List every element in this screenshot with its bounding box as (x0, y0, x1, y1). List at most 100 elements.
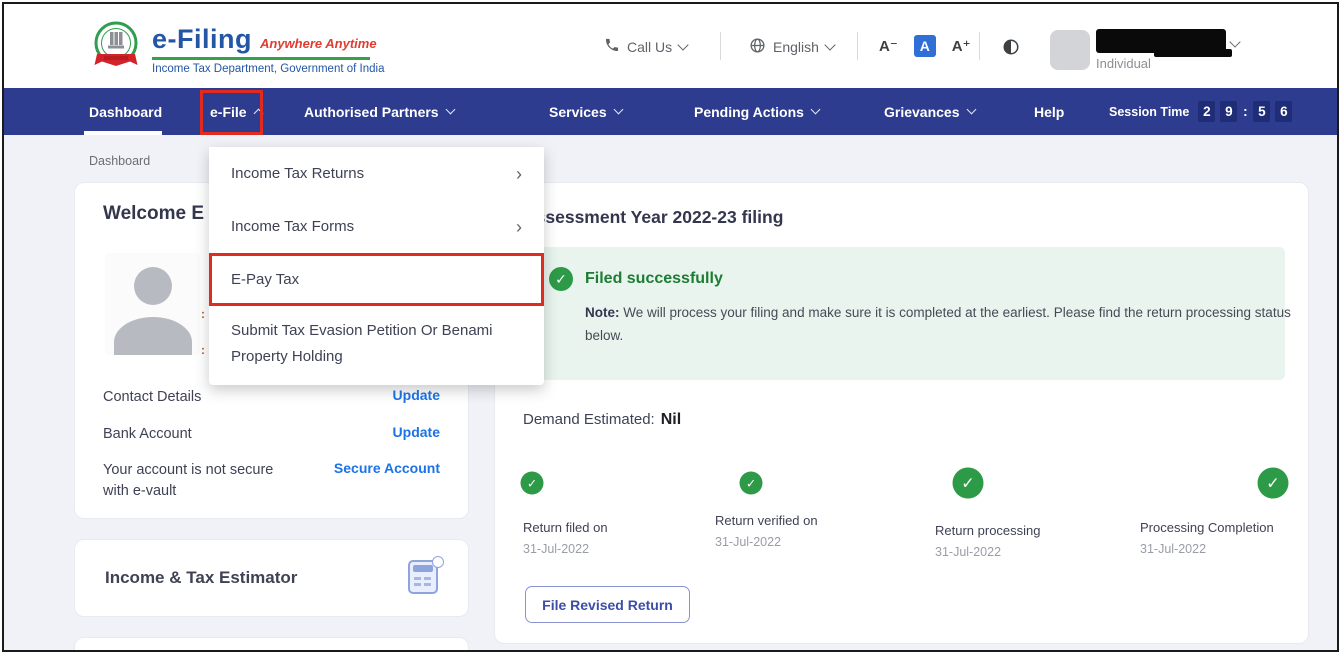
success-check-icon: ✓ (549, 267, 573, 291)
file-revised-return-button[interactable]: File Revised Return (525, 586, 690, 623)
nav-pending-actions-label: Pending Actions (694, 104, 804, 120)
timeline-step-processing: Return processing 31-Jul-2022 (935, 523, 1041, 559)
bank-account-row: Bank Account Update (103, 424, 440, 445)
evault-security-row: Your account is not secure with e-vault … (103, 460, 440, 502)
filed-success-banner: ✓ Filed successfully Note: We will proce… (523, 247, 1285, 380)
chevron-down-icon (824, 39, 835, 50)
partial-card (74, 637, 469, 652)
nav-dashboard[interactable]: Dashboard (89, 88, 162, 135)
nav-authorised-partners[interactable]: Authorised Partners (304, 88, 454, 135)
efiling-portal-screen: e-Filing Anywhere Anytime Income Tax Dep… (2, 2, 1339, 652)
timeline-step-completion: Processing Completion 31-Jul-2022 (1140, 520, 1274, 556)
note-label: Note: (585, 305, 620, 320)
chevron-down-icon (445, 105, 455, 115)
call-us-label: Call Us (627, 39, 672, 55)
demand-label: Demand Estimated: (523, 411, 655, 428)
menu-item-income-tax-forms[interactable]: Income Tax Forms › (209, 200, 544, 253)
nav-authorised-partners-label: Authorised Partners (304, 104, 439, 120)
font-decrease-button[interactable]: A⁻ (879, 37, 898, 55)
session-colon: : (1242, 104, 1248, 119)
timeline-check-icon: ✓ (953, 468, 984, 499)
brand-divider (152, 57, 370, 60)
timeline-connector (532, 481, 1273, 484)
chevron-up-icon (253, 109, 263, 119)
chevron-down-icon (810, 105, 820, 115)
timeline-step-date: 31-Jul-2022 (1140, 542, 1274, 556)
top-header: e-Filing Anywhere Anytime Income Tax Dep… (4, 4, 1337, 88)
nav-services[interactable]: Services (549, 88, 622, 135)
chevron-down-icon[interactable] (1229, 36, 1240, 47)
contact-details-row: Contact Details Update (103, 387, 440, 408)
user-role-label: Individual (1096, 56, 1151, 71)
evault-security-label: Your account is not secure with e-vault (103, 460, 278, 502)
header-divider (857, 32, 858, 60)
header-divider (979, 32, 980, 60)
nav-pending-actions[interactable]: Pending Actions (694, 88, 819, 135)
main-navbar: Dashboard e-File Authorised Partners Ser… (4, 88, 1337, 135)
font-default-button[interactable]: A (914, 35, 936, 57)
menu-item-income-tax-returns[interactable]: Income Tax Returns › (209, 147, 544, 200)
timeline-step-verified: Return verified on 31-Jul-2022 (715, 513, 818, 549)
timeline-check-icon: ✓ (521, 472, 544, 495)
filed-status-text: Filed successfully (585, 270, 723, 288)
welcome-heading: Welcome E (103, 203, 204, 225)
user-avatar[interactable] (1050, 30, 1090, 70)
session-digit: 9 (1220, 101, 1237, 122)
header-divider (720, 32, 721, 60)
brand-name: e-Filing (152, 24, 252, 55)
timeline-step-date: 31-Jul-2022 (523, 542, 608, 556)
nav-dashboard-label: Dashboard (89, 104, 162, 120)
chevron-down-icon (677, 39, 688, 50)
profile-avatar (105, 253, 200, 355)
nav-efile-label: e-File (210, 104, 247, 120)
timeline-step-label: Return processing (935, 523, 1041, 538)
menu-item-label: Income Tax Forms (231, 218, 354, 235)
bank-account-update-link[interactable]: Update (393, 424, 440, 440)
session-timer: Session Time 2 9 : 5 6 (1109, 88, 1292, 135)
obscured-text-fragment: : (201, 343, 205, 357)
menu-item-submit-tax-evasion[interactable]: Submit Tax Evasion Petition Or Benami Pr… (209, 306, 544, 385)
session-digit: 2 (1198, 101, 1215, 122)
timeline-step-date: 31-Jul-2022 (715, 535, 818, 549)
session-time-label: Session Time (1109, 105, 1189, 119)
nav-efile[interactable]: e-File (210, 88, 262, 135)
timeline-step-label: Return filed on (523, 520, 608, 535)
filing-note: Note: We will process your filing and ma… (585, 302, 1291, 348)
nav-grievances[interactable]: Grievances (884, 88, 975, 135)
submenu-arrow-icon: › (516, 222, 522, 232)
nav-help-label: Help (1034, 104, 1064, 120)
globe-icon (749, 37, 766, 57)
active-tab-indicator (84, 131, 162, 135)
contact-details-label: Contact Details (103, 387, 201, 408)
contrast-toggle-button[interactable] (1002, 38, 1020, 56)
nav-help[interactable]: Help (1034, 88, 1064, 135)
chevron-down-icon (966, 105, 976, 115)
bank-account-label: Bank Account (103, 424, 192, 445)
redacted-user-name (1154, 49, 1232, 57)
obscured-text-fragment: : (201, 307, 205, 321)
timeline-check-icon: ✓ (740, 472, 763, 495)
menu-item-label: Income Tax Returns (231, 165, 364, 182)
note-text: We will process your filing and make sur… (585, 305, 1291, 343)
brand-tagline: Anywhere Anytime (260, 36, 377, 51)
language-label: English (773, 39, 819, 55)
brand-block: e-Filing Anywhere Anytime Income Tax Dep… (152, 24, 384, 75)
income-tax-emblem-logo (90, 19, 142, 78)
breadcrumb[interactable]: Dashboard (89, 154, 150, 168)
timeline-step-date: 31-Jul-2022 (935, 545, 1041, 559)
menu-item-e-pay-tax[interactable]: E-Pay Tax (209, 253, 544, 306)
income-tax-estimator-card[interactable]: Income & Tax Estimator (74, 539, 469, 617)
nav-services-label: Services (549, 104, 607, 120)
call-us-menu[interactable]: Call Us (604, 37, 687, 56)
assessment-filing-card: Assessment Year 2022-23 filing ✓ Filed s… (494, 182, 1309, 644)
language-selector[interactable]: English (749, 37, 834, 57)
contact-details-update-link[interactable]: Update (393, 387, 440, 403)
avatar-body (114, 317, 192, 355)
demand-value: Nil (661, 411, 681, 428)
font-increase-button[interactable]: A⁺ (952, 37, 971, 55)
estimator-title: Income & Tax Estimator (105, 568, 297, 588)
secure-account-link[interactable]: Secure Account (334, 460, 440, 476)
avatar-head (134, 267, 172, 305)
calculator-badge-icon (432, 556, 444, 568)
timeline-step-label: Return verified on (715, 513, 818, 528)
